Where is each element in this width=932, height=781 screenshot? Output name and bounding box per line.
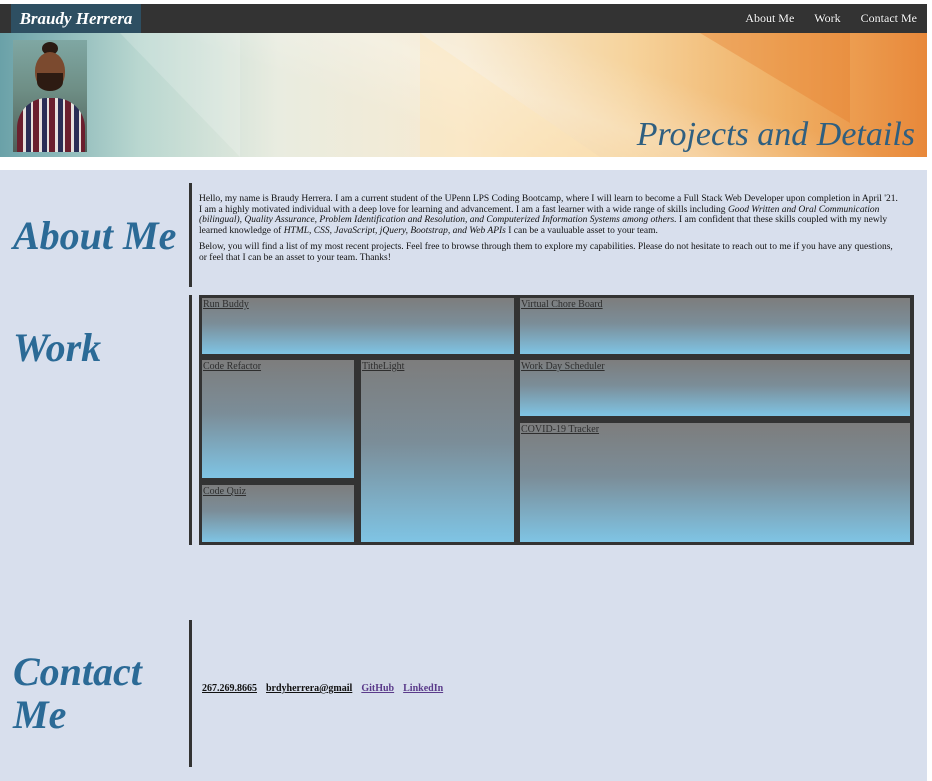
project-link[interactable]: Run Buddy — [203, 299, 249, 311]
photo-shirt — [17, 98, 85, 152]
top-nav-bar: Braudy Herrera About Me Work Contact Me — [0, 4, 927, 33]
about-divider — [189, 183, 192, 287]
project-link[interactable]: Code Refactor — [203, 361, 261, 373]
work-heading: Work — [13, 325, 102, 370]
contact-heading: Contact Me — [13, 650, 142, 736]
project-virtual-chore-board[interactable]: Virtual Chore Board — [520, 298, 910, 354]
project-covid-19-tracker[interactable]: COVID-19 Tracker — [520, 423, 910, 542]
contact-links: 267.269.8665 brdyherrera@gmail GitHub Li… — [202, 683, 443, 694]
project-link[interactable]: TitheLight — [362, 361, 404, 373]
about-text: Hello, my name is Braudy Herrera. I am a… — [199, 194, 899, 270]
contact-divider — [189, 620, 192, 767]
about-paragraph-1: Hello, my name is Braudy Herrera. I am a… — [199, 194, 899, 236]
project-link[interactable]: Virtual Chore Board — [521, 299, 603, 311]
project-code-quiz[interactable]: Code Quiz — [202, 485, 354, 542]
linkedin-link[interactable]: LinkedIn — [403, 683, 443, 694]
hero-facet — [420, 33, 600, 157]
project-run-buddy[interactable]: Run Buddy — [202, 298, 514, 354]
hero-banner: Projects and Details — [0, 33, 927, 157]
email-link[interactable]: brdyherrera@gmail — [266, 683, 352, 694]
hero-facet — [120, 33, 240, 157]
project-link[interactable]: Code Quiz — [203, 486, 246, 498]
hero-facet — [700, 33, 850, 123]
contact-heading-line: Contact — [13, 649, 142, 694]
project-link[interactable]: Work Day Scheduler — [521, 361, 605, 373]
project-grid: Run Buddy Virtual Chore Board Code Refac… — [199, 295, 914, 545]
page-edge — [927, 0, 932, 781]
project-code-refactor[interactable]: Code Refactor — [202, 360, 354, 478]
about-paragraph-2: Below, you will find a list of my most r… — [199, 242, 893, 263]
brand-name[interactable]: Braudy Herrera — [11, 4, 141, 33]
about-text-part: I can be a vauluable asset to your team. — [505, 225, 658, 236]
about-tech: HTML, CSS, JavaScript, jQuery, Bootstrap… — [283, 225, 506, 236]
main-content: About Me Hello, my name is Braudy Herrer… — [0, 170, 927, 781]
project-link[interactable]: COVID-19 Tracker — [521, 424, 599, 436]
nav-work[interactable]: Work — [814, 4, 840, 33]
phone-link[interactable]: 267.269.8665 — [202, 683, 257, 694]
work-divider — [189, 295, 192, 545]
nav-contact-me[interactable]: Contact Me — [861, 4, 917, 33]
profile-photo — [13, 40, 87, 152]
project-work-day-scheduler[interactable]: Work Day Scheduler — [520, 360, 910, 416]
page-title: Projects and Details — [636, 116, 915, 153]
github-link[interactable]: GitHub — [361, 683, 394, 694]
nav-about-me[interactable]: About Me — [745, 4, 794, 33]
about-heading: About Me — [13, 213, 177, 258]
photo-beard — [37, 73, 63, 91]
project-tithelight[interactable]: TitheLight — [361, 360, 514, 542]
nav-links: About Me Work Contact Me — [745, 4, 917, 33]
contact-heading-line: Me — [13, 692, 67, 737]
